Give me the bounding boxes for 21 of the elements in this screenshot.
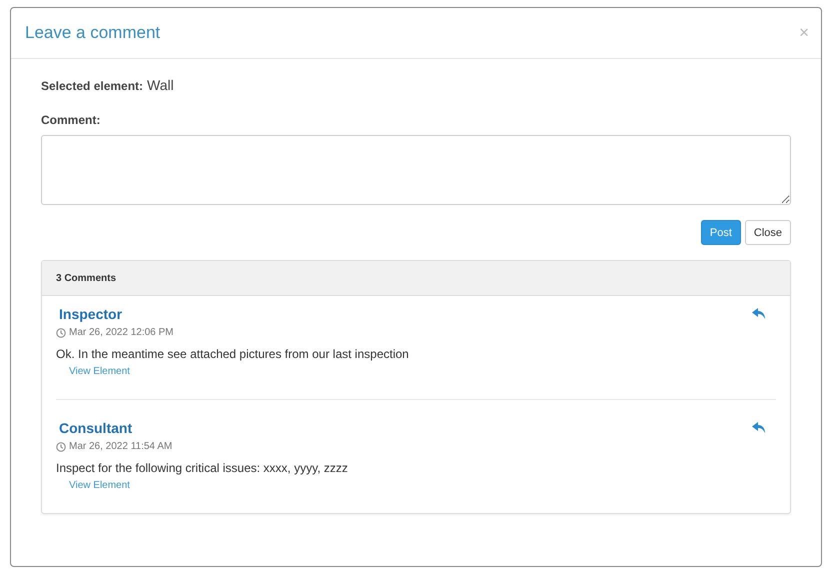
comment-label: Comment: (41, 113, 102, 127)
clock-icon (56, 442, 66, 452)
dialog-title: Leave a comment (25, 23, 160, 43)
selected-element-label: Selected element: (41, 79, 144, 93)
view-element-link[interactable]: View Element (69, 480, 130, 491)
comment-text: Inspect for the following critical issues: xxxx, yyyy, zzzz (56, 461, 349, 475)
comment-time: Mar 26, 2022 12:06 PM (69, 327, 174, 338)
close-button[interactable]: Close (744, 220, 791, 245)
reply-icon[interactable] (752, 422, 766, 434)
comment-author[interactable]: Consultant (59, 420, 132, 436)
comment-text: Ok. In the meantime see attached pictures from our last inspection (56, 347, 410, 361)
clock-icon (56, 328, 66, 338)
reply-icon[interactable] (752, 308, 766, 320)
selected-element-value: Wall (147, 77, 174, 93)
comment-input-field[interactable] (41, 135, 791, 205)
close-button[interactable]: × (799, 23, 809, 43)
comment-time: Mar 26, 2022 11:54 AM (69, 441, 172, 452)
comments-count: 3 Comments (56, 272, 116, 284)
post-button[interactable]: Post (700, 220, 741, 245)
comment-author[interactable]: Inspector (59, 306, 122, 322)
view-element-link[interactable]: View Element (69, 366, 130, 377)
